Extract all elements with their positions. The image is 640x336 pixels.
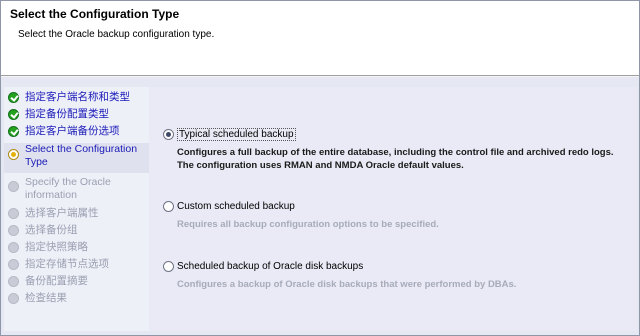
option-typical-scheduled-backup[interactable]: Typical scheduled backup	[163, 128, 296, 141]
option-label[interactable]: Scheduled backup of Oracle disk backups	[177, 261, 363, 272]
option-custom-scheduled-backup[interactable]: Custom scheduled backup	[163, 201, 295, 212]
wizard-header: Select the Configuration Type Select the…	[1, 1, 639, 75]
pending-step-icon	[8, 208, 19, 219]
page-description: Select the Oracle backup configuration t…	[18, 29, 215, 40]
pending-step-icon	[8, 276, 19, 287]
step-client-properties: 选择客户端属性	[8, 207, 99, 220]
step-label: Select the Configuration Type	[25, 143, 138, 168]
check-icon	[8, 109, 19, 120]
step-label: 备份配置摘要	[25, 275, 88, 287]
step-backup-summary: 备份配置摘要	[8, 275, 88, 288]
description-line: The configuration uses RMAN and NMDA Ora…	[177, 160, 464, 171]
step-check-results: 检查结果	[8, 292, 67, 305]
page-title: Select the Configuration Type	[10, 7, 180, 21]
step-label: 指定客户端名称和类型	[25, 91, 130, 103]
step-storage-node-options: 指定存储节点选项	[8, 258, 109, 271]
pending-step-icon	[8, 259, 19, 270]
current-step-icon	[8, 149, 19, 160]
description-line: Requires all backup configuration option…	[177, 219, 439, 230]
wizard-body: 指定客户端名称和类型 指定备份配置类型 指定客户端备份选项 Select the…	[1, 77, 639, 335]
option-description: Requires all backup configuration option…	[177, 218, 439, 231]
pending-step-icon	[8, 181, 19, 192]
step-label: 选择备份组	[25, 224, 78, 236]
option-label[interactable]: Typical scheduled backup	[177, 128, 296, 141]
pending-step-icon	[8, 293, 19, 304]
pending-step-icon	[8, 225, 19, 236]
step-select-configuration-type: Select the Configuration Type	[4, 143, 149, 173]
option-description: Configures a full backup of the entire d…	[177, 146, 614, 172]
step-label: 指定备份配置类型	[25, 108, 109, 120]
step-specify-oracle-information: Specify the Oracle information	[8, 176, 135, 202]
step-client-name-type: 指定客户端名称和类型	[8, 91, 130, 104]
check-icon	[8, 92, 19, 103]
radio-button-selected[interactable]	[163, 129, 174, 140]
step-label: 指定客户端备份选项	[25, 125, 120, 137]
step-label: 指定存储节点选项	[25, 258, 109, 270]
description-line: Configures a backup of Oracle disk backu…	[177, 279, 517, 290]
step-label: 指定快照策略	[25, 241, 88, 253]
step-backup-group: 选择备份组	[8, 224, 78, 237]
radio-button[interactable]	[163, 261, 174, 272]
option-oracle-disk-backups[interactable]: Scheduled backup of Oracle disk backups	[163, 261, 363, 272]
option-description: Configures a backup of Oracle disk backu…	[177, 278, 516, 291]
option-label[interactable]: Custom scheduled backup	[177, 201, 295, 212]
step-label: 选择客户端属性	[25, 207, 99, 219]
step-label: Specify the Oracle information	[25, 176, 111, 201]
configuration-type-panel: Typical scheduled backup Configures a fu…	[149, 87, 637, 331]
check-icon	[8, 126, 19, 137]
radio-button[interactable]	[163, 201, 174, 212]
pending-step-icon	[8, 242, 19, 253]
step-snapshot-policy: 指定快照策略	[8, 241, 88, 254]
step-client-backup-options: 指定客户端备份选项	[8, 125, 120, 138]
steps-sidebar: 指定客户端名称和类型 指定备份配置类型 指定客户端备份选项 Select the…	[4, 87, 149, 331]
step-label: 检查结果	[25, 292, 67, 304]
step-backup-config-type: 指定备份配置类型	[8, 108, 109, 121]
description-line: Configures a full backup of the entire d…	[177, 147, 614, 158]
